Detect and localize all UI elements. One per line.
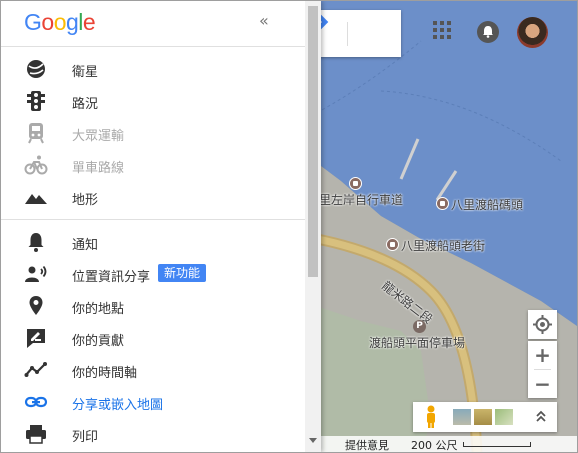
- collapse-menu-icon[interactable]: «: [259, 11, 269, 30]
- menu-item-location-sharing[interactable]: 位置資訊分享: [1, 258, 305, 290]
- bell-icon: [28, 233, 44, 252]
- google-logo: Google: [24, 9, 96, 36]
- menu-item-contributions[interactable]: 你的貢獻: [1, 322, 305, 354]
- transit-train-icon: [28, 123, 44, 144]
- menu-item-terrain[interactable]: 地形: [1, 181, 305, 213]
- scale-label[interactable]: 200 公尺: [411, 437, 458, 452]
- new-feature-badge: 新功能: [158, 264, 207, 282]
- menu-item-label: 位置資訊分享: [72, 270, 151, 285]
- contribution-edit-icon: [27, 329, 45, 348]
- layer-thumbnail-bar[interactable]: [413, 402, 557, 432]
- zoom-out-button[interactable]: −: [528, 370, 557, 398]
- logo-letter: o: [53, 9, 67, 35]
- timeline-icon: [24, 362, 47, 377]
- expand-up-icon[interactable]: [535, 409, 547, 425]
- logo-letter: G: [24, 9, 42, 35]
- ferry-street-poi-icon[interactable]: [386, 238, 399, 251]
- place-pin-icon: [29, 296, 43, 315]
- menu-item-bicycling[interactable]: 單車路線: [1, 149, 305, 181]
- menu-item-your-places[interactable]: 你的地點: [1, 290, 305, 322]
- menu-item-label: 單車路線: [72, 161, 125, 176]
- menu-item-notifications[interactable]: 通知: [1, 226, 305, 258]
- menu-item-label: 你的貢獻: [72, 334, 125, 349]
- menu-item-label: 衛星: [72, 65, 99, 80]
- feedback-link[interactable]: 提供意見: [345, 437, 389, 452]
- menu-item-traffic[interactable]: 路況: [1, 85, 305, 117]
- menu-item-label: 列印: [72, 430, 99, 445]
- terrain-thumbnail[interactable]: [474, 409, 492, 425]
- divider-middle: [1, 219, 305, 220]
- zoom-in-button[interactable]: +: [528, 341, 557, 369]
- my-location-button[interactable]: [528, 310, 557, 339]
- scrollbar-thumb[interactable]: [308, 6, 318, 277]
- menu-item-label: 你的時間軸: [72, 366, 138, 381]
- search-divider: [347, 22, 348, 46]
- side-menu-panel: Google « 衛星 路況 大眾運輸 單車路線 地形 通知 位置資訊分享 新功…: [1, 1, 321, 452]
- menu-item-timeline[interactable]: 你的時間軸: [1, 354, 305, 386]
- menu-item-transit[interactable]: 大眾運輸: [1, 117, 305, 149]
- menu-item-print[interactable]: 列印: [1, 418, 305, 450]
- app-frame: 里左岸自行車道 八里渡船碼頭 八里渡船頭老街 龍米路二段 P 渡船頭平面停車場: [0, 0, 578, 453]
- print-icon: [26, 425, 46, 444]
- map-label-ferry-street[interactable]: 八里渡船頭老街: [401, 237, 485, 254]
- bicycle-icon: [24, 155, 48, 175]
- menu-item-share-embed[interactable]: 分享或嵌入地圖: [1, 386, 305, 418]
- menu-item-satellite[interactable]: 衛星: [1, 53, 305, 85]
- menu-item-label: 通知: [72, 238, 99, 253]
- location-sharing-icon: [25, 265, 47, 282]
- scale-bar: [463, 442, 531, 447]
- menu-item-label: 路況: [72, 97, 99, 112]
- street-thumbnail[interactable]: [495, 409, 513, 425]
- menu-item-label: 大眾運輸: [72, 129, 125, 144]
- satellite-globe-icon: [27, 60, 45, 78]
- logo-letter: g: [65, 9, 79, 35]
- logo-letter: o: [41, 9, 54, 35]
- traffic-light-icon: [27, 91, 45, 111]
- zoom-controls: + −: [528, 341, 557, 398]
- menu-item-label: 分享或嵌入地圖: [72, 398, 164, 413]
- map-label-ferry-pier[interactable]: 八里渡船碼頭: [451, 196, 523, 213]
- scroll-down-arrow-icon[interactable]: [309, 438, 317, 443]
- satellite-thumbnail[interactable]: [453, 409, 471, 425]
- pegman-icon[interactable]: [425, 405, 437, 429]
- panel-scrollbar[interactable]: [305, 1, 321, 452]
- user-avatar[interactable]: [517, 17, 548, 48]
- parking-icon[interactable]: P: [413, 320, 426, 333]
- bike-path-poi-icon[interactable]: [349, 177, 362, 190]
- divider-top: [1, 46, 305, 47]
- ferry-pier-poi-icon[interactable]: [436, 197, 449, 210]
- map-label-bike-path[interactable]: 里左岸自行車道: [319, 191, 403, 208]
- notifications-bell-icon[interactable]: [477, 21, 499, 43]
- menu-item-label: 地形: [72, 193, 99, 208]
- menu-item-label: 你的地點: [72, 302, 125, 317]
- map-footer: 提供意見 200 公尺: [321, 436, 577, 452]
- link-icon: [24, 396, 48, 408]
- map-label-parking[interactable]: 渡船頭平面停車場: [369, 334, 465, 351]
- logo-letter: e: [82, 9, 96, 35]
- terrain-mountain-icon: [25, 194, 47, 204]
- crosshair-icon: [533, 315, 552, 334]
- apps-grid-icon[interactable]: [433, 21, 451, 39]
